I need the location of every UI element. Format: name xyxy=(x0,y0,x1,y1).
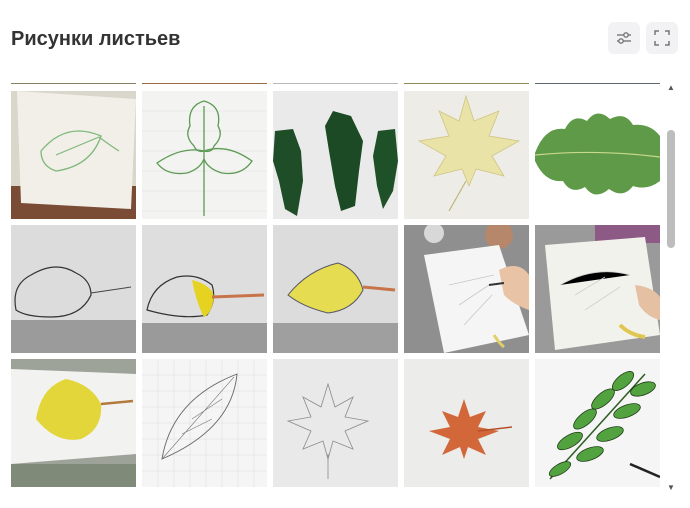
leaf-drawing-image xyxy=(142,225,267,353)
leaf-drawing-image xyxy=(142,91,267,219)
leaf-drawing-image xyxy=(11,359,136,487)
fullscreen-button[interactable] xyxy=(646,22,678,54)
gallery-thumbnail[interactable] xyxy=(273,225,398,353)
partial-thumb[interactable] xyxy=(535,83,660,84)
leaf-photo-image xyxy=(535,91,660,219)
leaf-drawing-image xyxy=(273,359,398,487)
filter-button[interactable] xyxy=(608,22,640,54)
leaf-drawing-image xyxy=(404,359,529,487)
leaf-drawing-image xyxy=(142,359,267,487)
page-title: Рисунки листьев xyxy=(11,28,181,50)
leaf-drawing-image xyxy=(535,359,660,487)
leaf-drawing-image xyxy=(535,225,660,353)
scrollbar-thumb[interactable] xyxy=(667,130,675,248)
partial-thumb[interactable] xyxy=(404,83,529,84)
scroll-down-arrow-icon[interactable]: ▼ xyxy=(666,483,676,493)
vertical-scrollbar[interactable]: ▲ ▼ xyxy=(664,83,678,493)
gallery-thumbnail[interactable] xyxy=(11,359,136,487)
gallery-thumbnail[interactable] xyxy=(142,225,267,353)
gallery-thumbnail[interactable] xyxy=(404,225,529,353)
gallery-thumbnail[interactable] xyxy=(11,225,136,353)
gallery-thumbnail[interactable] xyxy=(11,91,136,219)
scroll-up-arrow-icon[interactable]: ▲ xyxy=(666,83,676,93)
gallery-thumbnail[interactable] xyxy=(273,359,398,487)
sliders-icon xyxy=(617,32,631,44)
gallery-thumbnail[interactable] xyxy=(404,359,529,487)
leaf-drawing-image xyxy=(273,225,398,353)
partial-thumb[interactable] xyxy=(273,83,398,84)
leaf-painting-image xyxy=(273,91,398,219)
gallery-thumbnail[interactable] xyxy=(142,91,267,219)
fullscreen-icon xyxy=(654,30,670,46)
leaf-drawing-image xyxy=(404,91,529,219)
gallery-thumbnail[interactable] xyxy=(142,359,267,487)
partial-thumb[interactable] xyxy=(11,83,136,84)
leaf-drawing-image xyxy=(11,91,136,219)
leaf-drawing-image xyxy=(404,225,529,353)
gallery-thumbnail[interactable] xyxy=(535,91,660,219)
partial-row-above xyxy=(11,83,660,84)
gallery-thumbnail[interactable] xyxy=(535,359,660,487)
gallery-thumbnail[interactable] xyxy=(404,91,529,219)
gallery-thumbnail[interactable] xyxy=(535,225,660,353)
gallery-header: Рисунки листьев xyxy=(0,0,690,80)
image-gallery xyxy=(11,83,661,493)
leaf-drawing-image xyxy=(11,225,136,353)
partial-thumb[interactable] xyxy=(142,83,267,84)
gallery-thumbnail[interactable] xyxy=(273,91,398,219)
